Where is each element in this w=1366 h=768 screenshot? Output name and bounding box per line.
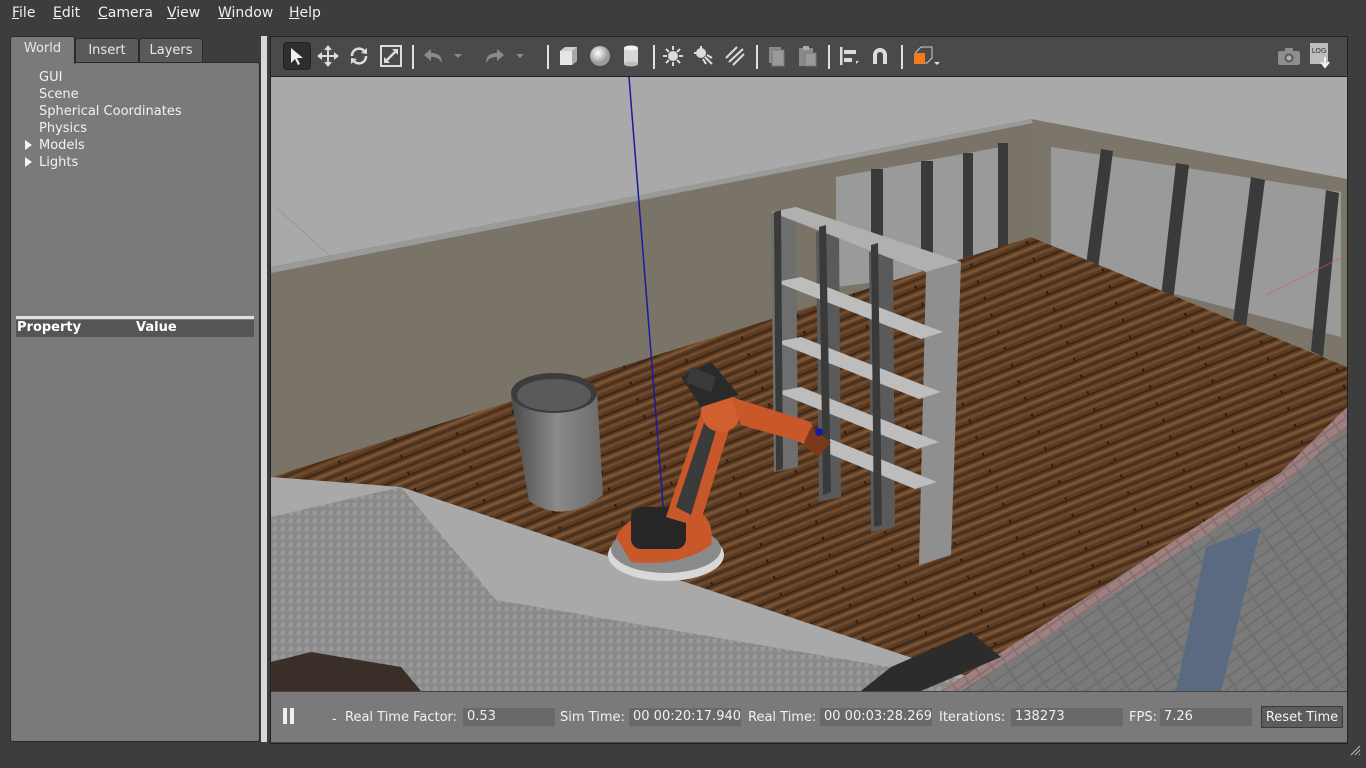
fps-value: 7.26 bbox=[1160, 708, 1252, 726]
property-table-header: Property Value bbox=[16, 320, 254, 337]
tree-item-gui[interactable]: GUI bbox=[39, 70, 62, 85]
sim-time-label: Sim Time: bbox=[560, 710, 625, 725]
paste-icon[interactable] bbox=[793, 42, 821, 70]
reset-time-button[interactable]: Reset Time bbox=[1261, 706, 1343, 728]
menu-help[interactable]: Help bbox=[289, 5, 321, 21]
toolbar-separator bbox=[412, 45, 414, 69]
menu-view[interactable]: View bbox=[167, 5, 200, 21]
tree-item-lights[interactable]: Lights bbox=[39, 155, 78, 170]
rotate-icon[interactable] bbox=[345, 42, 373, 70]
toolbar-separator bbox=[547, 45, 549, 69]
cylinder-icon[interactable] bbox=[617, 42, 645, 70]
real-time-factor-label: Real Time Factor: bbox=[345, 710, 458, 725]
iterations-value: 138273 bbox=[1011, 708, 1123, 726]
status-bar: - Real Time Factor: 0.53 Sim Time: 00 00… bbox=[271, 692, 1347, 742]
real-time-factor-value: 0.53 bbox=[463, 708, 555, 726]
toolbar-separator bbox=[756, 45, 758, 69]
step-marker[interactable]: - bbox=[332, 712, 337, 727]
menu-window[interactable]: Window bbox=[218, 5, 273, 21]
view-angle-icon[interactable] bbox=[909, 42, 943, 70]
menu-file[interactable]: File bbox=[12, 5, 35, 21]
pause-icon[interactable] bbox=[282, 708, 296, 726]
screenshot-icon[interactable] bbox=[1275, 42, 1303, 70]
tree-item-models[interactable]: Models bbox=[39, 138, 85, 153]
menu-bar: File Edit Camera View Window Help bbox=[0, 0, 1366, 28]
redo-history-icon[interactable] bbox=[513, 42, 527, 70]
copy-icon[interactable] bbox=[762, 42, 790, 70]
log-icon[interactable]: LOG bbox=[1306, 42, 1334, 70]
left-panel: World Insert Layers GUI Scene Spherical … bbox=[10, 36, 260, 742]
toolbar-separator bbox=[653, 45, 655, 69]
tab-insert[interactable]: Insert bbox=[75, 38, 139, 63]
toolbar-separator bbox=[828, 45, 830, 69]
box-icon[interactable] bbox=[554, 42, 582, 70]
align-icon[interactable] bbox=[835, 42, 863, 70]
directional-light-icon[interactable] bbox=[721, 42, 749, 70]
resize-grip-icon[interactable] bbox=[1349, 744, 1361, 756]
tab-layers[interactable]: Layers bbox=[139, 38, 203, 63]
real-time-value: 00 00:03:28.269 bbox=[820, 708, 932, 726]
spot-light-icon[interactable] bbox=[690, 42, 718, 70]
menu-edit[interactable]: Edit bbox=[53, 5, 80, 21]
log-icon-text: LOG bbox=[1312, 47, 1327, 55]
panel-splitter[interactable] bbox=[261, 36, 267, 742]
3d-viewport[interactable] bbox=[271, 77, 1347, 691]
translate-icon[interactable] bbox=[314, 42, 342, 70]
toolbar-separator bbox=[901, 45, 903, 69]
tree-item-physics[interactable]: Physics bbox=[39, 121, 87, 136]
snap-magnet-icon[interactable] bbox=[866, 42, 894, 70]
value-column-header: Value bbox=[136, 320, 177, 335]
scale-icon[interactable] bbox=[377, 42, 405, 70]
toolbar: LOG bbox=[271, 37, 1347, 77]
property-column-header: Property bbox=[17, 320, 82, 335]
real-time-label: Real Time: bbox=[748, 710, 817, 725]
sim-time-value: 00 00:20:17.940 bbox=[629, 708, 741, 726]
tree-item-spherical-coordinates[interactable]: Spherical Coordinates bbox=[39, 104, 182, 119]
world-panel: GUI Scene Spherical Coordinates Physics … bbox=[10, 62, 260, 742]
iterations-label: Iterations: bbox=[939, 710, 1006, 725]
tab-world[interactable]: World bbox=[10, 36, 75, 64]
sphere-icon[interactable] bbox=[586, 42, 614, 70]
point-light-icon[interactable] bbox=[659, 42, 687, 70]
render-pane: LOG - Real Time Factor: 0.53 Sim Time: 0… bbox=[270, 36, 1348, 744]
menu-camera[interactable]: Camera bbox=[98, 5, 153, 21]
undo-icon[interactable] bbox=[419, 42, 447, 70]
tree-item-scene[interactable]: Scene bbox=[39, 87, 79, 102]
property-divider[interactable] bbox=[16, 316, 254, 319]
expand-arrow-icon[interactable] bbox=[25, 140, 32, 150]
undo-history-icon[interactable] bbox=[451, 42, 465, 70]
scene-render[interactable] bbox=[271, 77, 1347, 691]
fps-label: FPS: bbox=[1129, 710, 1157, 725]
expand-arrow-icon[interactable] bbox=[25, 157, 32, 167]
select-arrow-icon[interactable] bbox=[283, 42, 311, 70]
redo-icon[interactable] bbox=[481, 42, 509, 70]
